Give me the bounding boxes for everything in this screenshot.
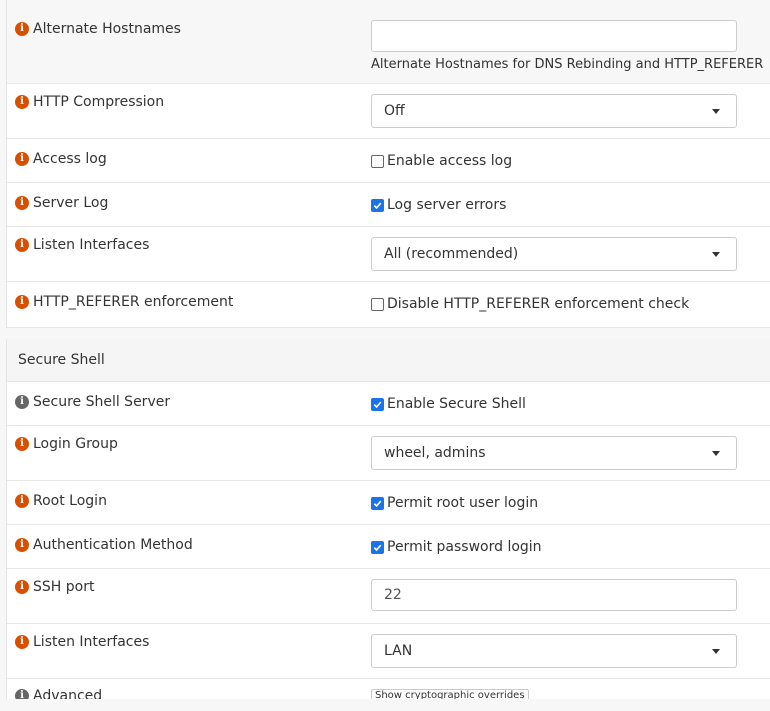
check-icon xyxy=(373,500,382,507)
listen-interfaces-value: All (recommended) xyxy=(384,246,519,262)
info-icon[interactable]: i xyxy=(15,95,29,109)
http-compression-select[interactable]: Off xyxy=(371,94,737,128)
login-group-value: wheel, admins xyxy=(384,445,486,461)
check-icon xyxy=(373,401,382,408)
server-log-checkbox[interactable] xyxy=(371,198,384,212)
label-listen-interfaces: i Listen Interfaces xyxy=(15,237,149,253)
alternate-hostnames-input[interactable] xyxy=(371,20,737,52)
caret-down-icon xyxy=(712,251,720,257)
caret-down-icon xyxy=(712,108,720,114)
label-alternate-hostnames: i Alternate Hostnames xyxy=(15,21,181,37)
ssh-listen-interfaces-value: LAN xyxy=(384,643,413,659)
label-server-log: i Server Log xyxy=(15,195,108,211)
advanced-control: Show cryptographic overrides xyxy=(371,689,529,699)
login-group-select[interactable]: wheel, admins xyxy=(371,436,737,470)
info-icon[interactable]: i xyxy=(15,538,29,552)
alternate-hostnames-control: Alternate Hostnames for DNS Rebinding an… xyxy=(371,20,763,72)
row-auth-method: i Authentication Method Permit password … xyxy=(7,525,770,569)
label-root-login: i Root Login xyxy=(15,493,107,509)
info-icon[interactable]: i xyxy=(15,196,29,210)
section-header: Secure Shell xyxy=(7,339,770,382)
listen-interfaces-select[interactable]: All (recommended) xyxy=(371,237,737,271)
label-http-compression: i HTTP Compression xyxy=(15,94,164,110)
auth-method-checkbox-wrap[interactable]: Permit password login xyxy=(371,539,542,555)
referer-enforcement-checkbox[interactable] xyxy=(371,297,384,311)
label-ssh-port: i SSH port xyxy=(15,579,94,595)
secure-shell-panel: Secure Shell i Secure Shell Server Enabl… xyxy=(6,339,770,699)
ssh-server-checkbox[interactable] xyxy=(371,397,384,411)
section-title: Secure Shell xyxy=(18,352,105,368)
info-icon[interactable]: i xyxy=(15,238,29,252)
row-ssh-listen-interfaces: i Listen Interfaces LAN xyxy=(7,624,770,679)
check-icon xyxy=(373,202,382,209)
info-icon[interactable]: i xyxy=(15,689,29,699)
info-icon[interactable]: i xyxy=(15,437,29,451)
ssh-port-input[interactable]: 22 xyxy=(371,579,737,611)
row-listen-interfaces: i Listen Interfaces All (recommended) xyxy=(7,227,770,282)
show-crypto-overrides-button[interactable]: Show cryptographic overrides xyxy=(371,689,529,699)
row-server-log: i Server Log Log server errors xyxy=(7,183,770,227)
caret-down-icon xyxy=(712,450,720,456)
server-log-checkbox-wrap[interactable]: Log server errors xyxy=(371,197,506,213)
alternate-hostnames-hint: Alternate Hostnames for DNS Rebinding an… xyxy=(371,57,764,72)
label-auth-method: i Authentication Method xyxy=(15,537,193,553)
info-icon[interactable]: i xyxy=(15,295,29,309)
row-referer-enforcement: i HTTP_REFERER enforcement Disable HTTP_… xyxy=(7,282,770,328)
row-access-log: i Access log Enable access log xyxy=(7,139,770,183)
label-advanced: i Advanced xyxy=(15,688,102,699)
row-ssh-port: i SSH port 22 xyxy=(7,569,770,624)
label-ssh-server: i Secure Shell Server xyxy=(15,394,170,410)
label-ssh-listen-interfaces: i Listen Interfaces xyxy=(15,634,149,650)
row-login-group: i Login Group wheel, admins xyxy=(7,426,770,481)
info-icon[interactable]: i xyxy=(15,635,29,649)
check-icon xyxy=(373,544,382,551)
root-login-checkbox-wrap[interactable]: Permit root user login xyxy=(371,495,538,511)
info-icon[interactable]: i xyxy=(15,22,29,36)
label-access-log: i Access log xyxy=(15,151,107,167)
http-compression-value: Off xyxy=(384,103,405,119)
row-http-compression: i HTTP Compression Off xyxy=(7,84,770,139)
label-referer-enforcement: i HTTP_REFERER enforcement xyxy=(15,294,233,310)
referer-enforcement-checkbox-wrap[interactable]: Disable HTTP_REFERER enforcement check xyxy=(371,296,689,312)
ssh-server-checkbox-wrap[interactable]: Enable Secure Shell xyxy=(371,396,526,412)
row-ssh-server: i Secure Shell Server Enable Secure Shel… xyxy=(7,382,770,426)
access-log-checkbox-wrap[interactable]: Enable access log xyxy=(371,153,512,169)
webgui-settings-panel: i Alternate Hostnames Alternate Hostname… xyxy=(6,0,770,328)
label-login-group: i Login Group xyxy=(15,436,118,452)
row-root-login: i Root Login Permit root user login xyxy=(7,481,770,525)
row-alternate-hostnames: i Alternate Hostnames Alternate Hostname… xyxy=(7,0,770,84)
auth-method-checkbox[interactable] xyxy=(371,540,384,554)
access-log-checkbox[interactable] xyxy=(371,154,384,168)
root-login-checkbox[interactable] xyxy=(371,496,384,510)
info-icon[interactable]: i xyxy=(15,395,29,409)
caret-down-icon xyxy=(712,648,720,654)
info-icon[interactable]: i xyxy=(15,494,29,508)
info-icon[interactable]: i xyxy=(15,580,29,594)
ssh-port-control: 22 xyxy=(371,579,737,611)
info-icon[interactable]: i xyxy=(15,152,29,166)
row-advanced: i Advanced Show cryptographic overrides xyxy=(7,679,770,699)
ssh-listen-interfaces-select[interactable]: LAN xyxy=(371,634,737,668)
